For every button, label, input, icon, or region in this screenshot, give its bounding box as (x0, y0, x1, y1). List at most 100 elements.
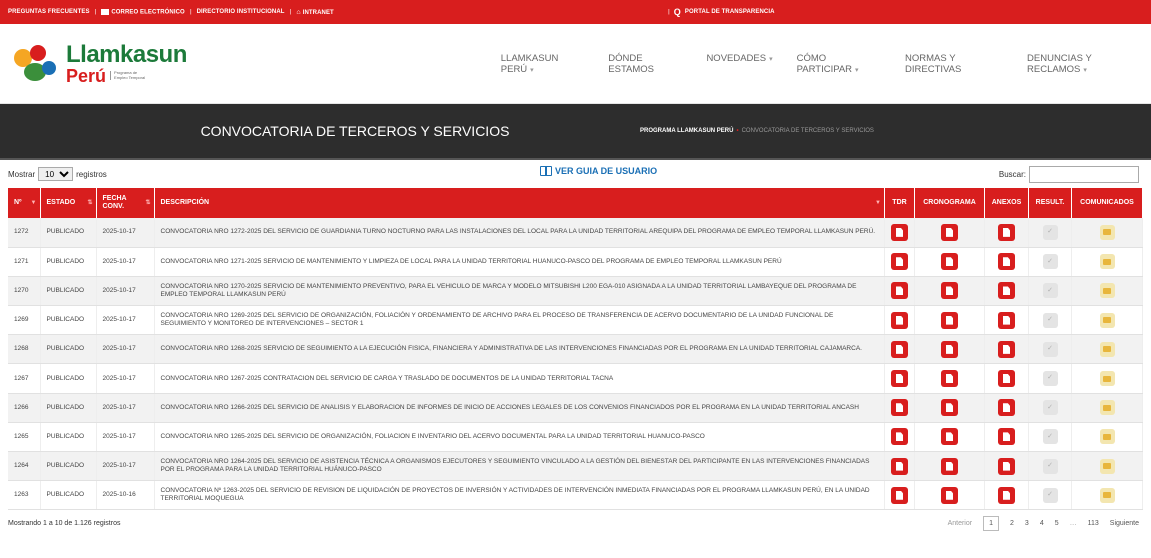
header-label: DESCRIPCIÓN (160, 199, 210, 207)
pagination-page[interactable]: 1 (983, 515, 999, 531)
document-icon (1003, 286, 1010, 296)
header-label: Nº (14, 199, 22, 207)
comunicados-button[interactable] (1099, 224, 1115, 240)
tdr-button[interactable] (891, 370, 908, 388)
cronograma-button[interactable] (941, 340, 958, 358)
cronograma-button[interactable] (941, 486, 958, 504)
cell-descripcion: CONVOCATORIA NRO 1264-2025 DEL SERVICIO … (154, 451, 885, 482)
anexos-button[interactable] (998, 370, 1015, 388)
cronograma-button[interactable] (941, 428, 958, 446)
col-estado[interactable]: ESTADO ⇅ (40, 188, 97, 218)
nav-item-denuncias-y-reclamos[interactable]: DENUNCIAS Y RECLAMOS ▾ (1027, 53, 1141, 75)
comunicados-button[interactable] (1099, 254, 1115, 270)
table-row: 1268 PUBLICADO 2025-10-17 CONVOCATORIA NRO … (8, 334, 1143, 365)
anexos-button[interactable] (998, 282, 1015, 300)
anexos-button[interactable] (998, 457, 1015, 475)
comunicados-button[interactable] (1099, 283, 1115, 299)
cronograma-button[interactable] (941, 399, 958, 417)
tdr-button[interactable] (891, 253, 908, 271)
comunicados-button[interactable] (1099, 400, 1115, 416)
comunicados-button[interactable] (1099, 371, 1115, 387)
result-button[interactable]: ✓ (1042, 487, 1058, 503)
cell-tdr (884, 218, 915, 248)
result-button[interactable]: ✓ (1042, 429, 1058, 445)
comunicados-button[interactable] (1099, 312, 1115, 328)
anexos-button[interactable] (998, 340, 1015, 358)
document-icon (946, 403, 953, 413)
pagination-page[interactable]: 2 (1010, 520, 1014, 527)
tdr-button[interactable] (891, 282, 908, 300)
comunicados-button[interactable] (1099, 487, 1115, 503)
nav-item-como-participar[interactable]: CÓMO PARTICIPAR ▾ (797, 53, 881, 75)
cell-descripcion: CONVOCATORIA NRO 1272-2025 DEL SERVICIO … (154, 218, 885, 248)
anexos-button[interactable] (998, 311, 1015, 329)
result-button[interactable]: ✓ (1042, 371, 1058, 387)
comunicados-button[interactable] (1099, 341, 1115, 357)
directory-link[interactable]: DIRECTORIO INSTITUCIONAL (197, 9, 285, 15)
cell-comunicados (1071, 480, 1143, 511)
cell-num: 1266 (8, 393, 41, 423)
cronograma-button[interactable] (941, 457, 958, 475)
tdr-button[interactable] (891, 340, 908, 358)
nav-item-novedades[interactable]: NOVEDADES ▾ (706, 53, 772, 75)
cell-estado: PUBLICADO (40, 422, 97, 453)
tdr-button[interactable] (891, 457, 908, 475)
pagination-page[interactable]: 4 (1040, 520, 1044, 527)
site-logo[interactable]: Llamkasun Perú Programa de Empleo Tempor… (10, 42, 491, 85)
tdr-button[interactable] (891, 311, 908, 329)
pagination-page[interactable]: 5 (1055, 520, 1059, 527)
cell-num: 1265 (8, 422, 41, 453)
folder-icon (1103, 404, 1111, 411)
result-button[interactable]: ✓ (1042, 312, 1058, 328)
faq-link[interactable]: PREGUNTAS FRECUENTES (8, 9, 90, 15)
cell-descripcion: CONVOCATORIA Nº 1263-2025 DEL SERVICIO D… (154, 480, 885, 511)
col-fecha[interactable]: FECHA CONV. ⇅ (96, 188, 155, 218)
anexos-button[interactable] (998, 223, 1015, 241)
pagination-page[interactable]: 113 (1088, 520, 1099, 527)
cronograma-button[interactable] (941, 223, 958, 241)
tdr-button[interactable] (891, 428, 908, 446)
nav-item-normas-y-directivas[interactable]: NORMAS Y DIRECTIVAS (905, 53, 1003, 75)
page-size-select[interactable]: 10 (38, 167, 74, 181)
cell-cronograma (914, 305, 985, 336)
document-icon (896, 257, 903, 267)
separator: | (189, 9, 192, 15)
breadcrumb-home[interactable]: PROGRAMA LLAMKASUN PERÚ (640, 128, 733, 134)
tdr-button[interactable] (891, 399, 908, 417)
cell-fecha: 2025-10-17 (96, 334, 155, 365)
transparency-link[interactable]: | Q PORTAL DE TRANSPARENCIA (668, 7, 775, 17)
anexos-button[interactable] (998, 253, 1015, 271)
pagination-page[interactable]: 3 (1025, 520, 1029, 527)
cell-num: 1271 (8, 247, 41, 277)
anexos-button[interactable] (998, 486, 1015, 504)
result-button[interactable]: ✓ (1042, 458, 1058, 474)
cronograma-button[interactable] (941, 253, 958, 271)
anexos-button[interactable] (998, 399, 1015, 417)
email-link[interactable]: CORREO ELECTRÓNICO (101, 8, 185, 15)
nav-item-donde-estamos[interactable]: DÓNDE ESTAMOS (608, 53, 682, 75)
pagination-previous[interactable]: Anterior (948, 520, 973, 527)
result-button[interactable]: ✓ (1042, 224, 1058, 240)
tdr-button[interactable] (891, 486, 908, 504)
chevron-down-icon: ▾ (769, 55, 773, 63)
result-button[interactable]: ✓ (1042, 341, 1058, 357)
tdr-button[interactable] (891, 223, 908, 241)
mail-icon (101, 8, 110, 15)
anexos-button[interactable] (998, 428, 1015, 446)
cronograma-button[interactable] (941, 370, 958, 388)
comunicados-button[interactable] (1099, 458, 1115, 474)
result-button[interactable]: ✓ (1042, 400, 1058, 416)
user-guide-link[interactable]: VER GUIA DE USUARIO (540, 166, 657, 176)
col-descripcion[interactable]: DESCRIPCIÓN ▼ (154, 188, 885, 218)
result-button[interactable]: ✓ (1042, 254, 1058, 270)
nav-item-llamkasun-peru[interactable]: LLAMKASUN PERÚ ▾ (501, 53, 585, 75)
result-button[interactable]: ✓ (1042, 283, 1058, 299)
cronograma-button[interactable] (941, 311, 958, 329)
search-label: Buscar: (998, 169, 1026, 179)
intranet-link[interactable]: ⌂ INTRANET (296, 9, 333, 16)
cronograma-button[interactable] (941, 282, 958, 300)
search-input[interactable] (1029, 165, 1139, 183)
pagination-next[interactable]: Siguiente (1110, 520, 1139, 527)
col-num[interactable]: Nº ▼ (8, 188, 41, 218)
comunicados-button[interactable] (1099, 429, 1115, 445)
